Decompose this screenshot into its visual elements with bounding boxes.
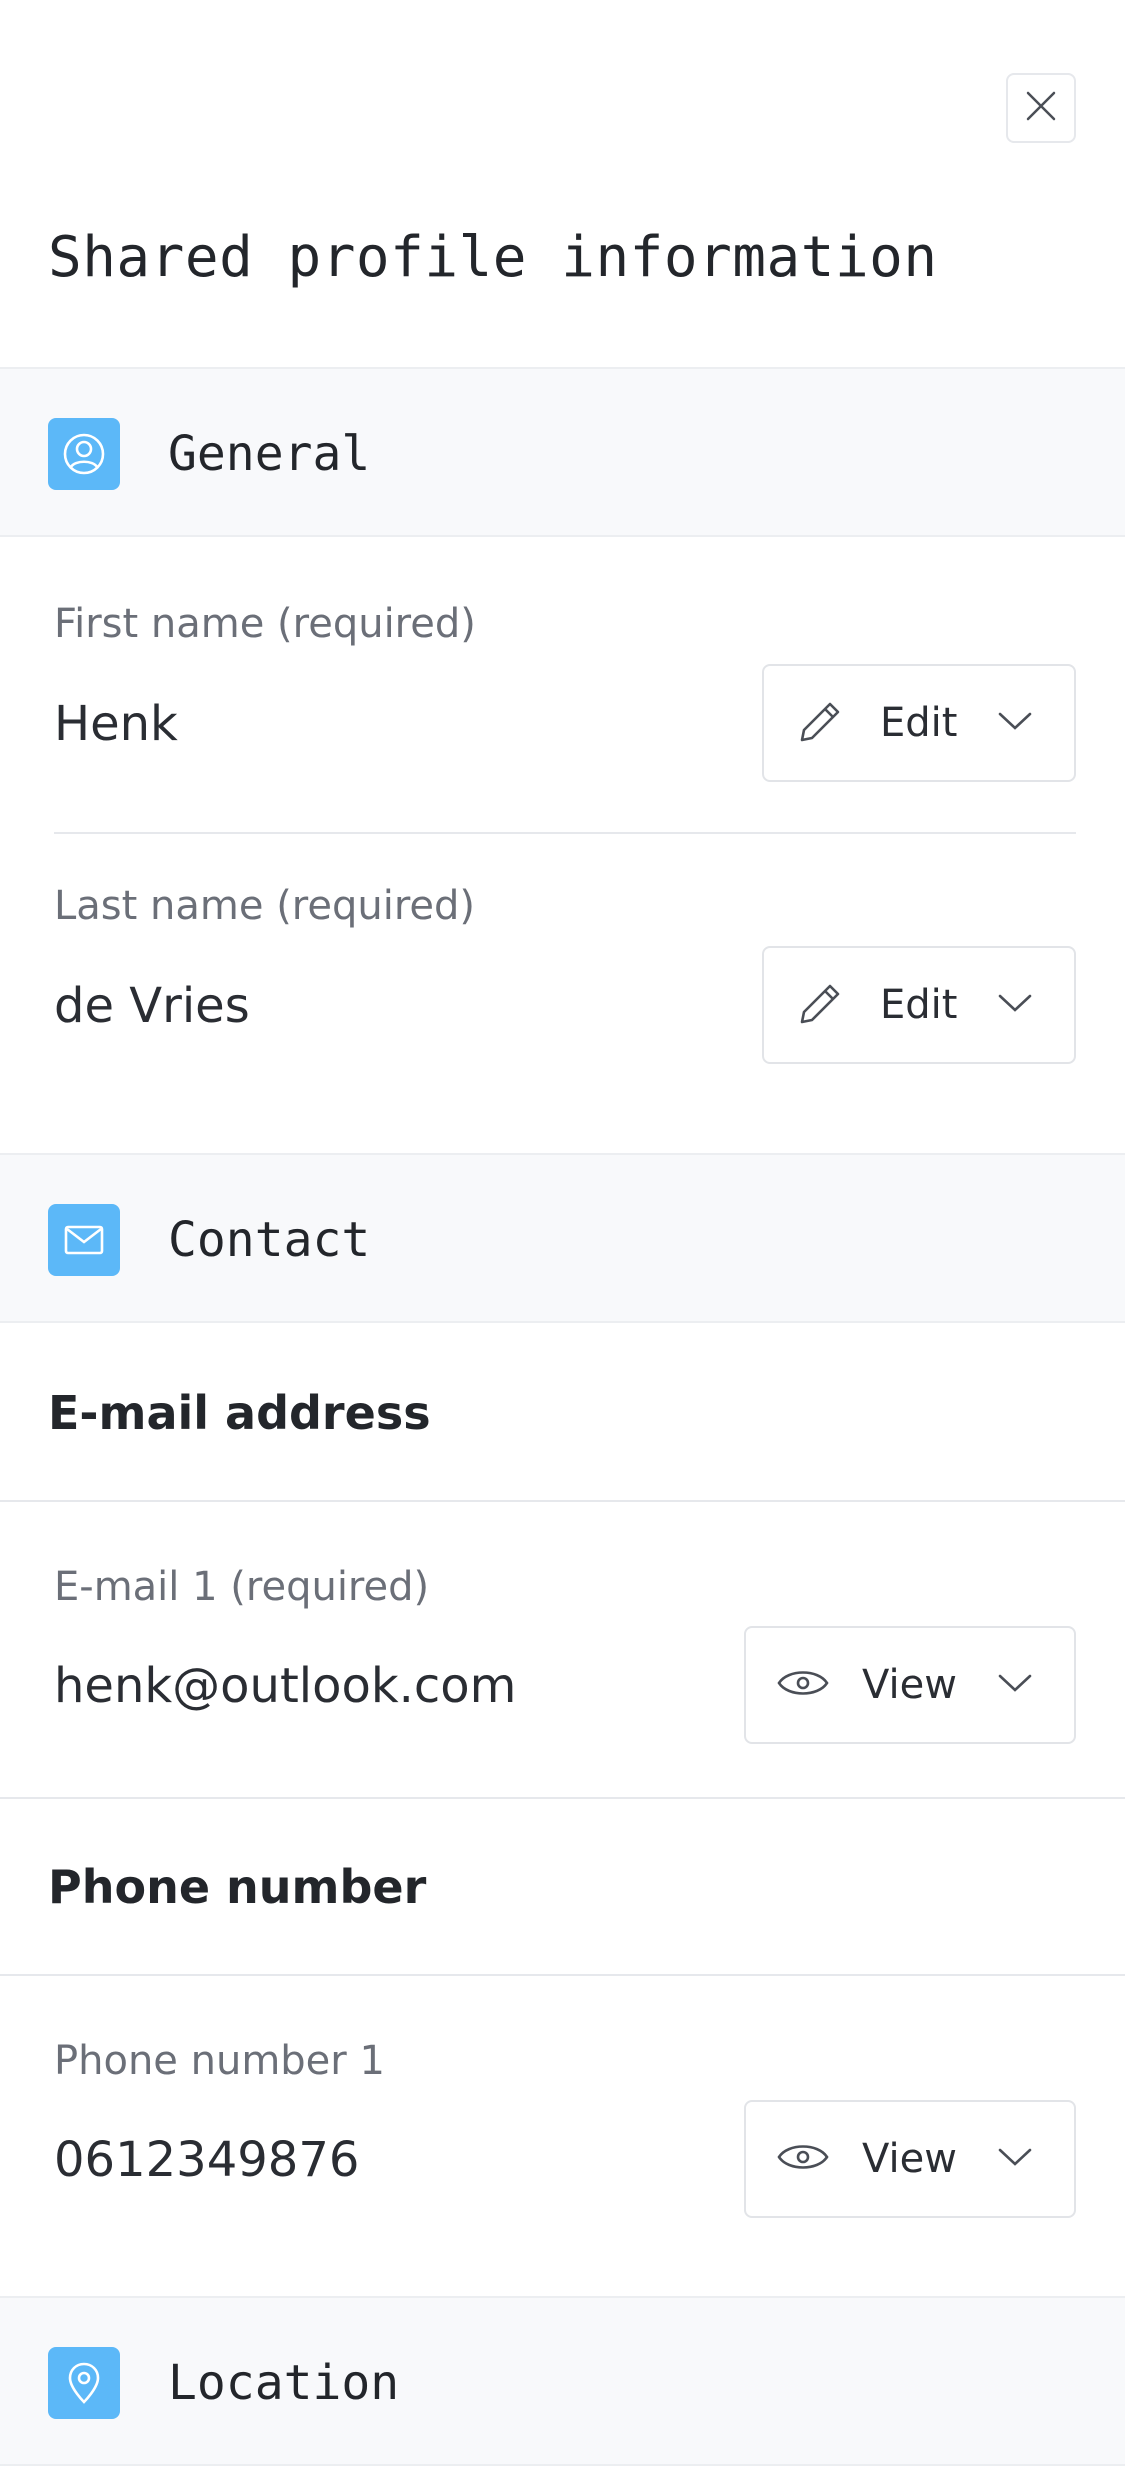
email-heading: E-mail address [48, 1386, 431, 1440]
eye-icon [776, 2137, 830, 2181]
section-header-contact: Contact [0, 1153, 1125, 1323]
email-value: henk@outlook.com [54, 1658, 517, 1714]
last-name-label: Last name (required) [54, 883, 475, 929]
first-name-value: Henk [54, 696, 178, 752]
section-header-general: General [0, 367, 1125, 537]
section-title-general: General [168, 426, 371, 482]
chevron-down-icon [997, 1672, 1033, 1698]
section-header-location: Location [0, 2296, 1125, 2466]
first-name-label: First name (required) [54, 601, 476, 647]
edit-label: Edit [880, 700, 958, 746]
email-label: E-mail 1 (required) [54, 1564, 430, 1610]
chevron-down-icon [997, 2146, 1033, 2172]
chevron-down-icon [997, 992, 1033, 1018]
pencil-icon [794, 976, 848, 1034]
phone-label: Phone number 1 [54, 2038, 385, 2084]
close-icon [1024, 89, 1058, 127]
pencil-icon [794, 694, 848, 752]
close-button[interactable] [1006, 73, 1076, 143]
edit-label: Edit [880, 982, 958, 1028]
view-label: View [862, 2136, 957, 2182]
section-title-contact: Contact [168, 1212, 371, 1268]
divider [0, 1500, 1125, 1502]
map-pin-icon [48, 2347, 120, 2419]
last-name-value: de Vries [54, 978, 250, 1034]
section-title-location: Location [168, 2355, 400, 2411]
view-label: View [862, 1662, 957, 1708]
divider [54, 832, 1076, 834]
eye-icon [776, 1663, 830, 1707]
first-name-edit-button[interactable]: Edit [762, 664, 1076, 782]
chevron-down-icon [997, 710, 1033, 736]
user-circle-icon [48, 418, 120, 490]
phone-value: 0612349876 [54, 2132, 360, 2188]
divider [0, 1797, 1125, 1799]
last-name-edit-button[interactable]: Edit [762, 946, 1076, 1064]
divider [0, 1974, 1125, 1976]
phone-view-button[interactable]: View [744, 2100, 1076, 2218]
page-title: Shared profile information [48, 225, 938, 290]
mail-icon [48, 1204, 120, 1276]
email-view-button[interactable]: View [744, 1626, 1076, 1744]
phone-heading: Phone number [48, 1860, 427, 1914]
